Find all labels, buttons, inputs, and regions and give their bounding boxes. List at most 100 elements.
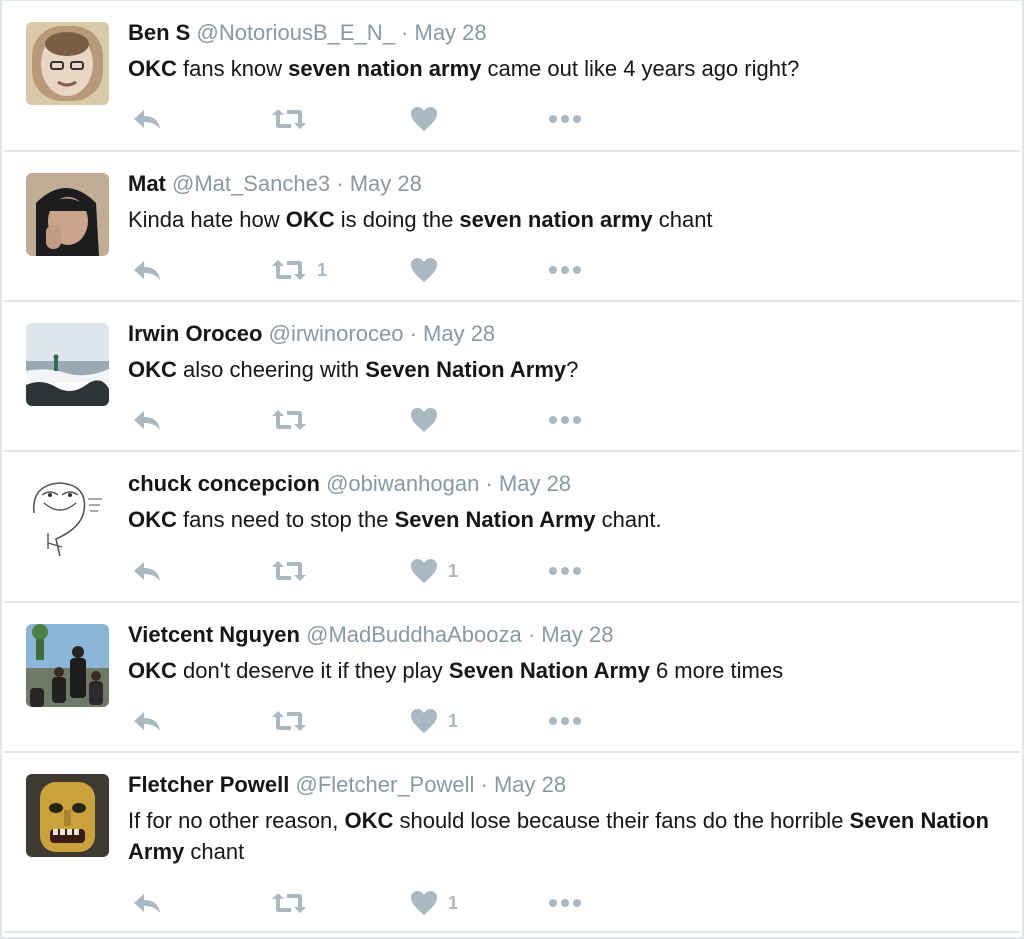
user-name[interactable]: Fletcher Powell [128, 772, 289, 797]
reply-button[interactable] [132, 405, 162, 435]
text-segment: ? [566, 357, 579, 382]
like-icon [410, 708, 438, 734]
highlighted-term: OKC [285, 207, 335, 232]
tweet-header: Vietcent Nguyen @MadBuddhaAbooza · May 2… [128, 622, 613, 648]
user-name[interactable]: chuck concepcion [128, 471, 320, 496]
highlighted-term: seven nation army [288, 56, 482, 81]
more-button[interactable] [547, 104, 583, 134]
like-icon [410, 558, 438, 584]
retweet-button[interactable] [271, 706, 317, 736]
like-button[interactable] [410, 255, 448, 285]
like-icon [410, 106, 438, 132]
like-button[interactable]: 1 [410, 888, 458, 918]
like-icon [410, 407, 438, 433]
text-segment: chant. [595, 507, 662, 532]
separator-dot: · [485, 471, 493, 496]
text-segment: 6 more times [649, 658, 784, 683]
tweet-date[interactable]: May 28 [499, 471, 571, 496]
text-segment: Kinda hate how [128, 207, 286, 232]
user-handle[interactable]: @MadBuddhaAbooza [306, 622, 522, 647]
user-name[interactable]: Irwin Oroceo [128, 321, 262, 346]
retweet-icon [271, 107, 307, 131]
more-button[interactable] [547, 255, 583, 285]
text-segment: also cheering with [176, 357, 366, 382]
user-handle[interactable]: @irwinoroceo [269, 321, 404, 346]
like-button[interactable]: 1 [410, 706, 458, 736]
tweet-header: chuck concepcion @obiwanhogan · May 28 [128, 471, 571, 497]
retweet-button[interactable] [271, 405, 317, 435]
highlighted-term: Seven Nation Army [394, 507, 596, 532]
tweet-date[interactable]: May 28 [423, 321, 495, 346]
tweet[interactable]: Fletcher Powell @Fletcher_Powell · May 2… [4, 753, 1020, 933]
like-count: 1 [448, 892, 459, 913]
tweet-date[interactable]: May 28 [541, 622, 613, 647]
retweet-button[interactable] [271, 556, 317, 586]
more-icon [547, 715, 583, 727]
separator-dot: · [409, 321, 417, 346]
avatar[interactable] [26, 473, 109, 556]
text-segment: came out like 4 years ago right? [481, 56, 800, 81]
user-handle[interactable]: @NotoriousB_E_N_ [196, 20, 394, 45]
highlighted-term: OKC [128, 357, 177, 382]
more-button[interactable] [547, 405, 583, 435]
like-button[interactable] [410, 405, 448, 435]
tweet[interactable]: Ben S @NotoriousB_E_N_ · May 28 OKC fans … [4, 1, 1020, 152]
more-button[interactable] [547, 556, 583, 586]
user-handle[interactable]: @obiwanhogan [326, 471, 479, 496]
tweet-header: Mat @Mat_Sanche3 · May 28 [128, 171, 422, 197]
text-segment: is doing the [334, 207, 460, 232]
user-name[interactable]: Ben S [128, 20, 190, 45]
highlighted-term: Seven Nation Army [365, 357, 567, 382]
more-icon [547, 113, 583, 125]
highlighted-term: seven nation army [459, 207, 653, 232]
like-button[interactable]: 1 [410, 556, 458, 586]
tweet-text: Kinda hate how OKC is doing the seven na… [128, 204, 1013, 235]
reply-button[interactable] [132, 556, 162, 586]
avatar[interactable] [26, 774, 109, 857]
like-button[interactable] [410, 104, 448, 134]
avatar[interactable] [26, 323, 109, 406]
highlighted-term: OKC [128, 658, 177, 683]
retweet-button[interactable] [271, 888, 317, 918]
text-segment: chant [184, 839, 245, 864]
avatar[interactable] [26, 173, 109, 256]
tweet-date[interactable]: May 28 [350, 171, 422, 196]
more-button[interactable] [547, 706, 583, 736]
retweet-count: 1 [317, 259, 328, 280]
reply-button[interactable] [132, 255, 162, 285]
avatar[interactable] [26, 22, 109, 105]
tweet-date[interactable]: May 28 [494, 772, 566, 797]
separator-dot: · [336, 171, 344, 196]
like-icon [410, 257, 438, 283]
reply-button[interactable] [132, 706, 162, 736]
more-button[interactable] [547, 888, 583, 918]
tweet-date[interactable]: May 28 [415, 20, 487, 45]
separator-dot: · [480, 772, 488, 797]
reply-button[interactable] [132, 888, 162, 918]
reply-icon [132, 559, 162, 583]
retweet-icon [271, 709, 307, 733]
tweet-text: OKC fans know seven nation army came out… [128, 53, 1013, 84]
tweet[interactable]: Irwin Oroceo @irwinoroceo · May 28 OKC al… [4, 302, 1020, 452]
like-count: 1 [448, 710, 459, 731]
highlighted-term: OKC [344, 808, 394, 833]
tweet-text: OKC also cheering with Seven Nation Army… [128, 354, 1013, 385]
retweet-icon [271, 559, 307, 583]
user-handle[interactable]: @Fletcher_Powell [296, 772, 475, 797]
like-count: 1 [448, 560, 459, 581]
user-name[interactable]: Mat [128, 171, 166, 196]
highlighted-term: OKC [128, 56, 177, 81]
highlighted-term: Seven Nation Army [448, 658, 650, 683]
reply-button[interactable] [132, 104, 162, 134]
user-handle[interactable]: @Mat_Sanche3 [172, 171, 330, 196]
retweet-button[interactable] [271, 104, 317, 134]
user-name[interactable]: Vietcent Nguyen [128, 622, 300, 647]
tweet[interactable]: Mat @Mat_Sanche3 · May 28 Kinda hate how … [4, 152, 1020, 302]
tweet[interactable]: chuck concepcion @obiwanhogan · May 28 OK… [4, 452, 1020, 603]
text-segment: don't deserve it if they play [176, 658, 449, 683]
retweet-icon [271, 408, 307, 432]
avatar[interactable] [26, 624, 109, 707]
tweet[interactable]: Vietcent Nguyen @MadBuddhaAbooza · May 2… [4, 603, 1020, 753]
tweet-header: Ben S @NotoriousB_E_N_ · May 28 [128, 20, 487, 46]
retweet-button[interactable]: 1 [271, 255, 327, 285]
